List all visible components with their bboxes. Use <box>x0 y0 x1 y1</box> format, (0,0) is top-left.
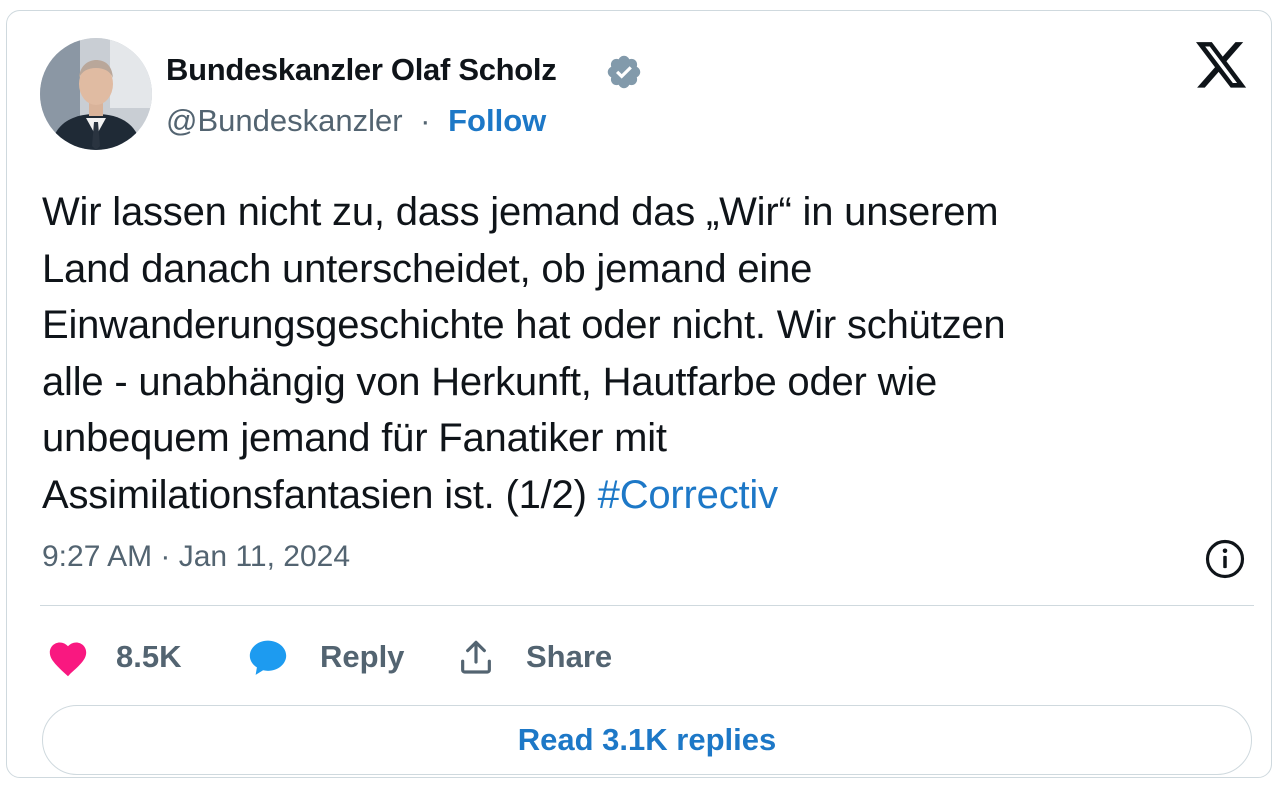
timestamp[interactable]: 9:27 AM · Jan 11, 2024 <box>42 540 350 574</box>
tweet-text-line-last: Assimilationsfantasien ist. (1/2) #Corre… <box>42 467 1242 524</box>
timestamp-separator: · <box>152 540 179 573</box>
tweet-time: 9:27 AM <box>42 540 153 573</box>
reply-label: Reply <box>320 639 405 674</box>
tweet-text-line: Wir lassen nicht zu, dass jemand das „Wi… <box>42 190 999 234</box>
tweet-text-line: Einwanderungsgeschichte hat oder nicht. … <box>42 303 1006 347</box>
tweet-text-line: unbequem jemand für Fanatiker mit <box>42 416 667 460</box>
like-button[interactable]: 8.5K <box>46 632 181 682</box>
share-icon <box>461 640 491 674</box>
share-label: Share <box>526 639 613 674</box>
handle-separator: · <box>420 103 431 138</box>
info-icon[interactable] <box>1204 538 1246 580</box>
tweet-text-line: alle - unabhängig von Herkunft, Hautfarb… <box>42 359 938 404</box>
author-name[interactable]: Bundeskanzler Olaf Scholz <box>166 52 557 88</box>
read-replies-button[interactable]: Read 3.1K replies <box>42 705 1252 775</box>
tweet-text-segment: Assimilationsfantasien ist. (1/2) <box>42 472 598 517</box>
x-logo-icon[interactable] <box>1196 42 1248 90</box>
follow-link[interactable]: Follow <box>448 103 546 138</box>
read-replies-label: Read 3.1K replies <box>517 722 777 757</box>
tweet-text-line: Land danach unterscheidet, ob jemand ein… <box>42 246 813 291</box>
handle-row: @Bundeskanzler · Follow <box>166 103 546 139</box>
hashtag-link[interactable]: #Correctiv <box>598 473 778 517</box>
avatar-photo <box>40 38 152 150</box>
share-button[interactable]: Share <box>456 632 612 682</box>
divider <box>40 605 1254 606</box>
tweet-text: Wir lassen nicht zu, dass jemand das „Wi… <box>42 184 1242 523</box>
like-count: 8.5K <box>116 639 182 674</box>
author-handle[interactable]: @Bundeskanzler <box>166 103 403 138</box>
avatar[interactable] <box>40 38 152 150</box>
tweet-date: Jan 11, 2024 <box>178 540 351 573</box>
speech-bubble-icon <box>249 640 287 675</box>
verified-badge-icon <box>607 55 641 89</box>
reply-button[interactable]: Reply <box>246 632 404 682</box>
heart-icon <box>49 642 87 677</box>
